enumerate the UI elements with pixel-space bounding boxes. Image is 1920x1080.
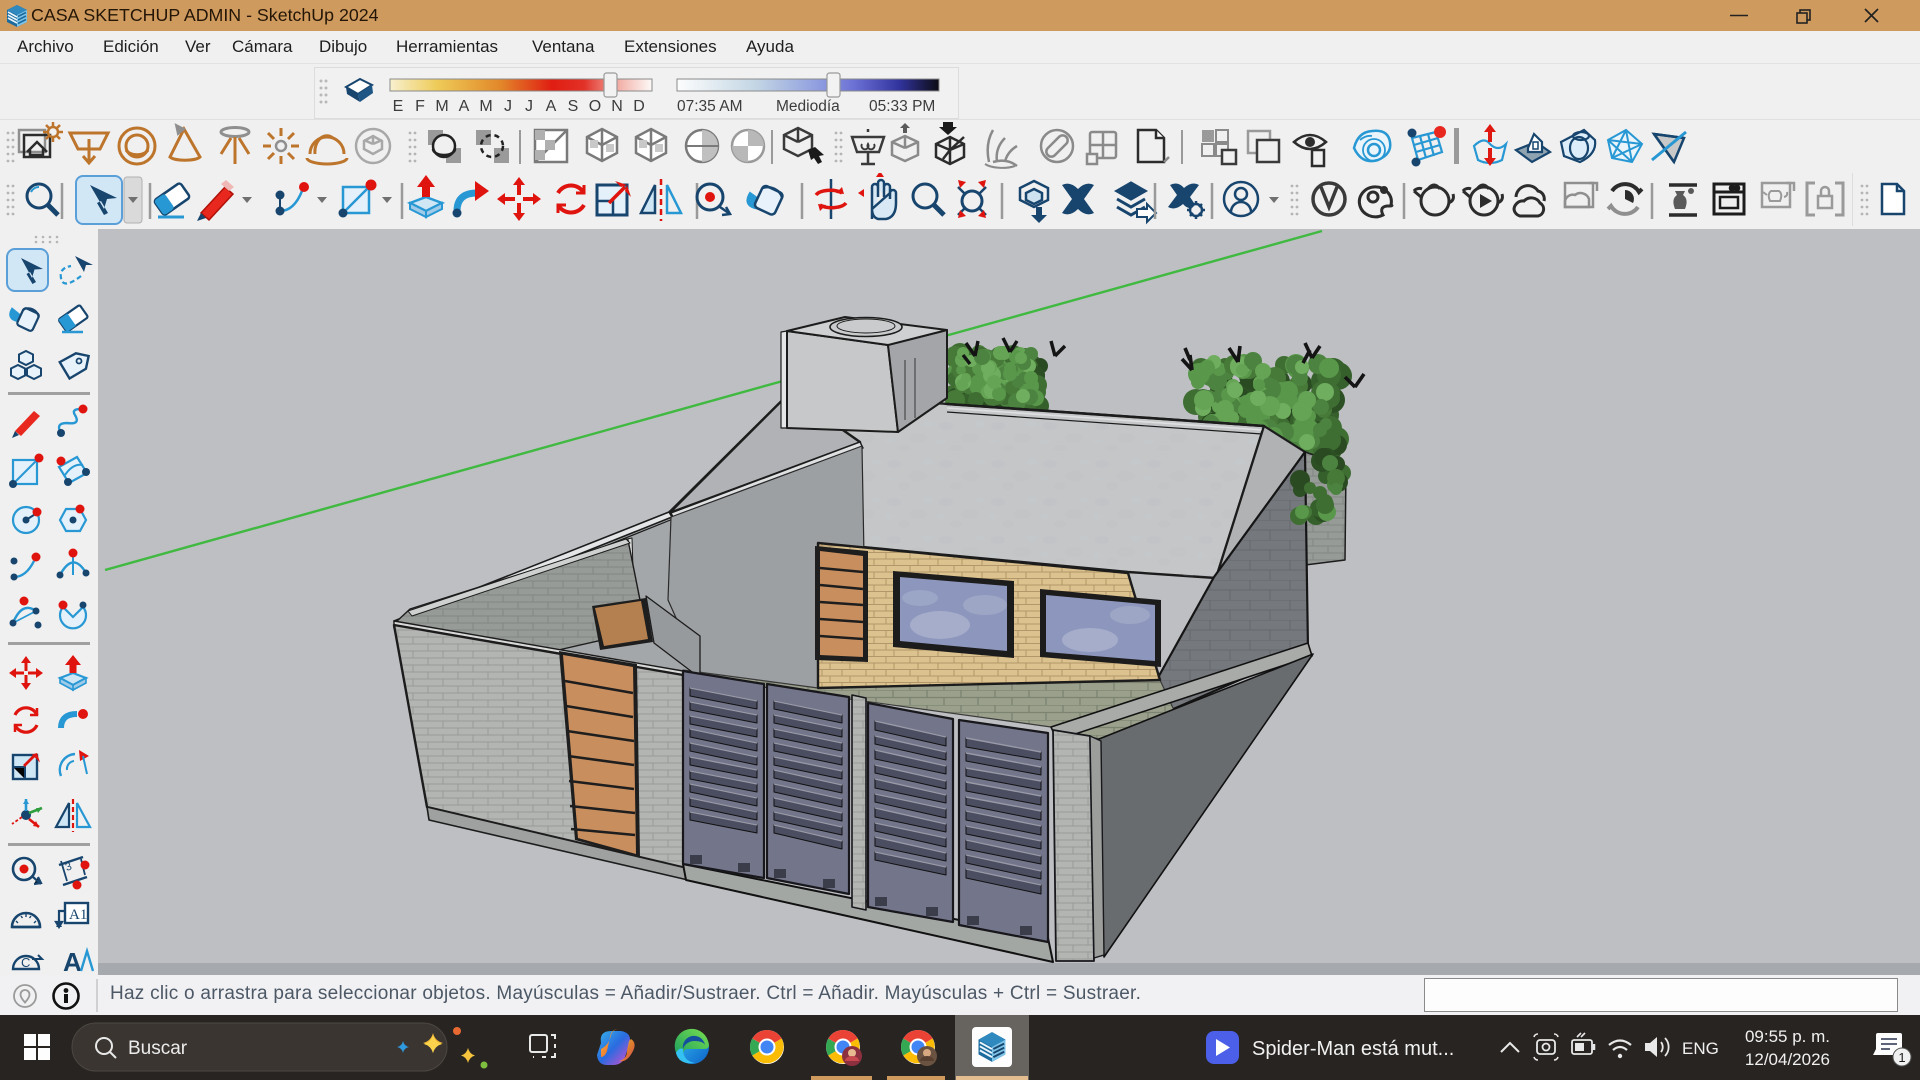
svg-text:C: C	[21, 955, 30, 970]
svg-text:A: A	[459, 98, 470, 115]
svg-text:S: S	[568, 98, 579, 115]
svg-text:J: J	[504, 98, 512, 115]
svg-text:Spider-Man está mut...: Spider-Man está mut...	[1252, 1038, 1454, 1060]
svg-text:3: 3	[64, 860, 74, 873]
svg-text:07:35 AM: 07:35 AM	[677, 98, 743, 115]
svg-text:Mediodía: Mediodía	[776, 98, 840, 115]
svg-text:12/04/2026: 12/04/2026	[1745, 1050, 1830, 1069]
svg-text:E: E	[393, 98, 404, 115]
svg-text:ENG: ENG	[1682, 1039, 1719, 1058]
svg-text:A: A	[546, 98, 557, 115]
svg-text:Buscar: Buscar	[128, 1038, 188, 1059]
svg-text:M: M	[435, 98, 448, 115]
svg-text:1: 1	[1898, 1050, 1905, 1065]
svg-text:D: D	[633, 98, 645, 115]
svg-text:05:33 PM: 05:33 PM	[869, 98, 935, 115]
svg-text:M: M	[479, 98, 492, 115]
svg-text:F: F	[415, 98, 425, 115]
svg-text:N: N	[611, 98, 623, 115]
svg-text:09:55 p. m.: 09:55 p. m.	[1745, 1027, 1830, 1046]
svg-text:O: O	[589, 98, 601, 115]
svg-text:J: J	[525, 98, 533, 115]
svg-text:A: A	[63, 947, 82, 975]
svg-text:A1: A1	[69, 907, 87, 923]
